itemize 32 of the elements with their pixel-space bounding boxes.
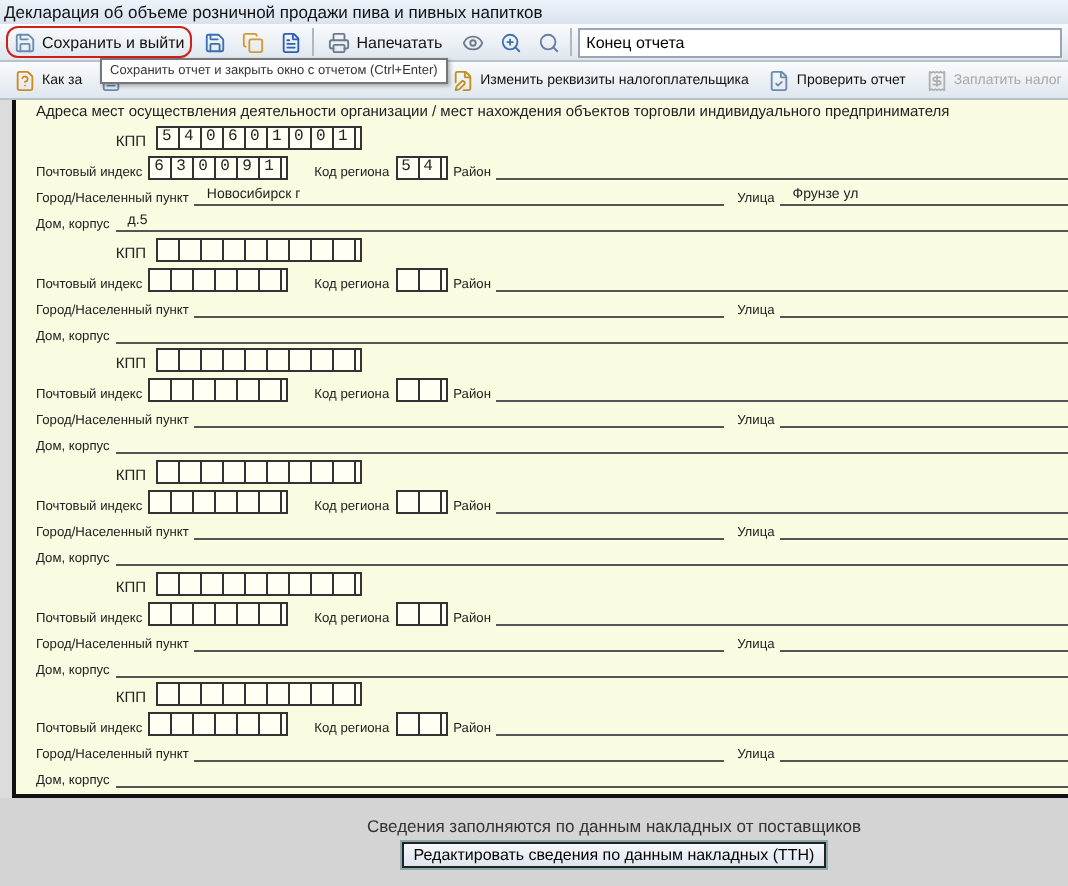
kpp-field[interactable]	[156, 237, 362, 262]
kpp-field[interactable]	[156, 682, 362, 707]
info-text: Сведения заполняются по данным накладных от поставщиков	[366, 816, 861, 836]
preview-icon	[461, 31, 484, 53]
save-icon	[203, 31, 226, 53]
kpp-field[interactable]	[156, 460, 362, 485]
check-icon	[768, 69, 791, 91]
kpp-field[interactable]	[156, 348, 362, 373]
region-code-field[interactable]	[395, 267, 448, 292]
printer-icon	[328, 31, 351, 53]
region-code-field[interactable]	[395, 601, 448, 626]
document-icon	[279, 31, 302, 53]
search-icon	[537, 31, 560, 53]
postcode-field[interactable]	[148, 267, 289, 292]
window-title: Декларация об объеме розничной продажи пива и пивных напитков	[0, 0, 1068, 24]
region-code-field[interactable]	[395, 378, 448, 403]
print-button[interactable]: Напечатать	[320, 26, 451, 58]
edit-invoices-button[interactable]: Редактировать сведения по данным накладных (ТТН)	[401, 842, 827, 868]
postcode-field[interactable]	[148, 712, 289, 737]
section-field[interactable]: Конец отчета	[578, 27, 1062, 57]
kpp-field[interactable]	[156, 571, 362, 596]
help-icon	[14, 69, 36, 91]
save-icon	[14, 31, 36, 53]
postcode-field[interactable]	[148, 490, 289, 515]
region-code-field[interactable]	[395, 712, 448, 737]
zoom-icon	[499, 31, 522, 53]
postcode-field[interactable]	[148, 601, 289, 626]
copy-icon	[241, 31, 264, 53]
postcode-field[interactable]	[148, 378, 289, 403]
edit-icon	[452, 69, 475, 91]
receipt-icon	[925, 69, 948, 91]
region-code-field[interactable]	[395, 490, 448, 515]
